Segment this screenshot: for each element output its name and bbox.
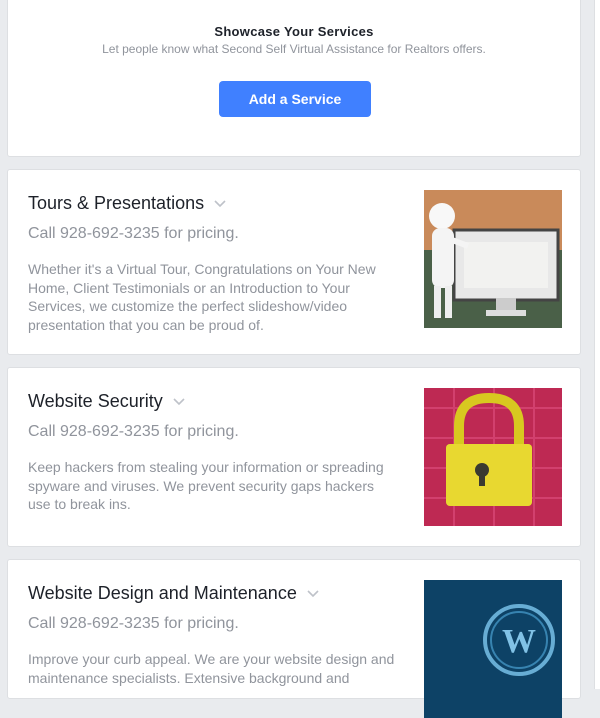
showcase-card: Showcase Your Services Let people know w… [7,0,581,157]
add-service-button[interactable]: Add a Service [219,81,371,117]
service-description: Whether it's a Virtual Tour, Congratulat… [28,261,376,333]
chevron-down-icon[interactable] [173,398,185,406]
service-description: Improve your curb appeal. We are your we… [28,651,395,686]
showcase-title: Showcase Your Services [214,24,374,39]
service-image [424,388,562,526]
service-title-row[interactable]: Website Security [28,391,185,412]
service-card: Website Security Call 928-692-3235 for p… [7,367,581,547]
service-title[interactable]: Website Design and Maintenance [28,583,297,603]
service-price: Call 928-692-3235 for pricing. [28,423,239,440]
chevron-down-icon[interactable] [214,200,226,208]
service-title-row[interactable]: Website Design and Maintenance [28,583,319,604]
service-image [424,190,562,328]
showcase-subtitle: Let people know what Second Self Virtual… [102,42,486,56]
svg-text:W: W [502,623,536,660]
service-price: Call 928-692-3235 for pricing. [28,615,239,632]
right-edge-panel [594,0,600,689]
service-card: Tours & Presentations Call 928-692-3235 … [7,169,581,355]
service-title-row[interactable]: Tours & Presentations [28,193,226,214]
service-title[interactable]: Tours & Presentations [28,193,204,213]
service-image: W [424,580,562,718]
chevron-down-icon[interactable] [307,590,319,598]
service-price: Call 928-692-3235 for pricing. [28,225,239,242]
service-card: Website Design and Maintenance Call 928-… [7,559,581,718]
service-title[interactable]: Website Security [28,391,163,411]
service-description: Keep hackers from stealing your informat… [28,459,384,512]
